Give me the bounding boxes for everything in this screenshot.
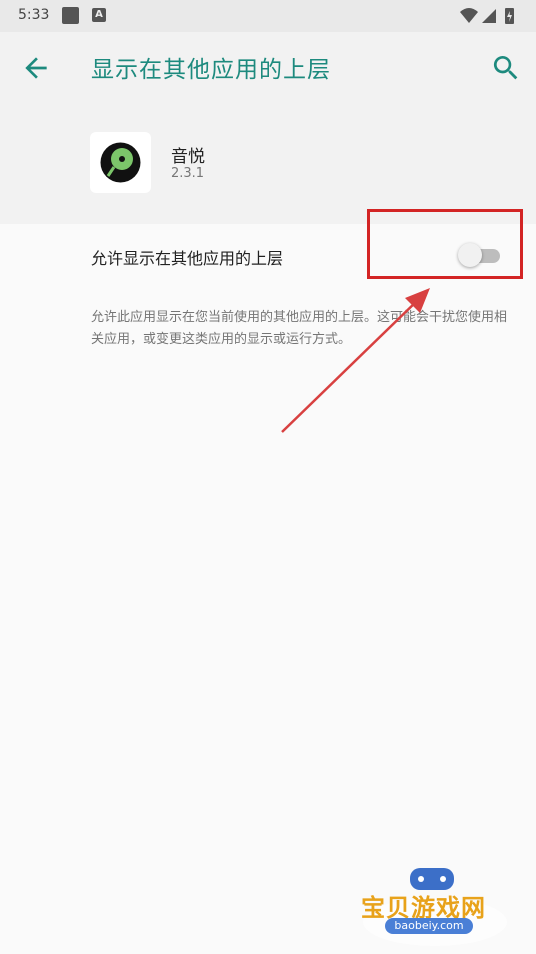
arrow-back-icon	[25, 57, 47, 79]
app-bar: 显示在其他应用的上层	[0, 32, 536, 102]
search-icon	[493, 56, 518, 80]
vinyl-record-icon	[100, 142, 141, 183]
watermark-domain: baobeiy.com	[385, 918, 473, 934]
annotation-arrow	[281, 288, 430, 433]
app-name: 音悦	[171, 147, 205, 167]
signal-icon	[482, 9, 496, 23]
status-time: 5:33	[18, 7, 50, 23]
app-icon	[90, 132, 151, 193]
back-button[interactable]	[20, 52, 52, 84]
app-header: 音悦 2.3.1	[0, 102, 536, 224]
status-icons	[460, 8, 514, 24]
text-a-icon: A	[92, 8, 106, 22]
status-bar: 5:33 A	[0, 0, 536, 32]
page-title: 显示在其他应用的上层	[91, 57, 331, 83]
watermark: 宝贝游戏网 baobeiy.com	[355, 860, 515, 950]
app-version: 2.3.1	[171, 166, 205, 181]
annotation-highlight-box	[367, 209, 523, 279]
square-icon	[62, 7, 79, 24]
search-button[interactable]	[490, 52, 522, 84]
setting-label: 允许显示在其他应用的上层	[91, 249, 284, 268]
wifi-icon	[460, 8, 478, 23]
